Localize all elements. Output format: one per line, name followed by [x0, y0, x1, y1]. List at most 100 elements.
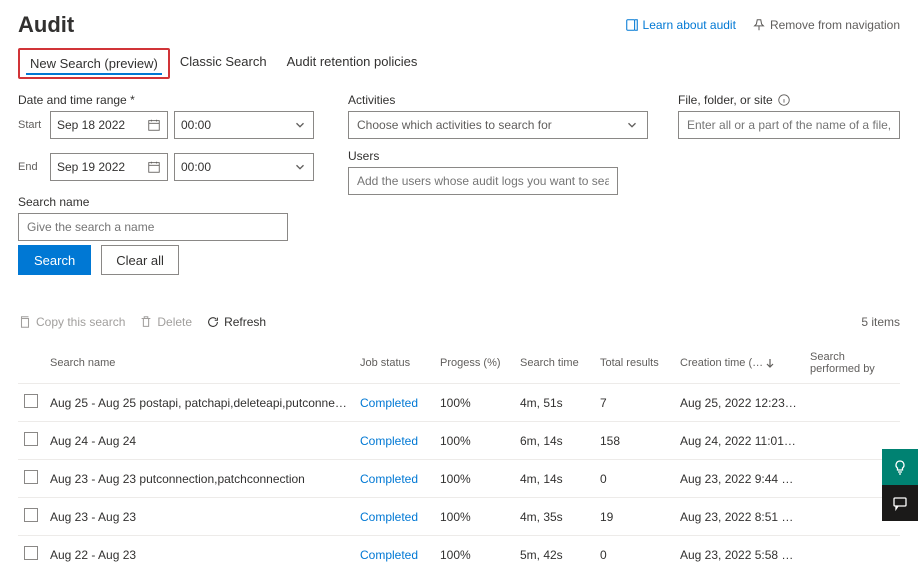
items-count: 5 items: [861, 315, 900, 329]
row-created: Aug 25, 2022 12:23…: [674, 384, 804, 422]
row-total: 7: [594, 384, 674, 422]
row-status[interactable]: Completed: [354, 498, 434, 536]
delete-button[interactable]: Delete: [139, 315, 192, 329]
row-progress: 100%: [434, 536, 514, 574]
row-checkbox[interactable]: [24, 508, 38, 522]
col-time[interactable]: Search time: [514, 343, 594, 384]
row-performed: [804, 536, 900, 574]
activities-label: Activities: [348, 93, 648, 107]
row-time: 4m, 35s: [514, 498, 594, 536]
table-row[interactable]: Aug 23 - Aug 23 putconnection,patchconne…: [18, 460, 900, 498]
row-status[interactable]: Completed: [354, 536, 434, 574]
file-label-text: File, folder, or site: [678, 93, 773, 107]
floating-actions: [882, 449, 918, 521]
row-total: 158: [594, 422, 674, 460]
learn-link-label: Learn about audit: [643, 18, 736, 32]
remove-link-label: Remove from navigation: [770, 18, 900, 32]
row-time: 5m, 42s: [514, 536, 594, 574]
trash-icon: [139, 315, 153, 329]
row-total: 0: [594, 536, 674, 574]
col-status[interactable]: Job status: [354, 343, 434, 384]
end-date-value: Sep 19 2022: [57, 160, 125, 174]
row-progress: 100%: [434, 422, 514, 460]
col-performed[interactable]: Search performed by: [804, 343, 900, 384]
row-checkbox[interactable]: [24, 470, 38, 484]
row-name: Aug 23 - Aug 23: [44, 498, 354, 536]
file-label: File, folder, or site: [678, 93, 900, 107]
activities-select[interactable]: Choose which activities to search for: [348, 111, 648, 139]
col-progress[interactable]: Progess (%): [434, 343, 514, 384]
tab-retention-policies[interactable]: Audit retention policies: [277, 48, 428, 79]
end-time-input[interactable]: 00:00: [174, 153, 314, 181]
col-name[interactable]: Search name: [44, 343, 354, 384]
table-row[interactable]: Aug 24 - Aug 24Completed100%6m, 14s158Au…: [18, 422, 900, 460]
users-label: Users: [348, 149, 648, 163]
chevron-down-icon: [293, 160, 307, 174]
row-name: Aug 23 - Aug 23 putconnection,patchconne…: [44, 460, 354, 498]
row-progress: 100%: [434, 460, 514, 498]
start-label: Start: [18, 119, 44, 131]
end-time-value: 00:00: [181, 160, 211, 174]
results-table: Search name Job status Progess (%) Searc…: [18, 343, 900, 573]
row-progress: 100%: [434, 498, 514, 536]
search-name-label: Search name: [18, 195, 318, 209]
col-total[interactable]: Total results: [594, 343, 674, 384]
info-icon[interactable]: [777, 93, 791, 107]
end-date-input[interactable]: Sep 19 2022: [50, 153, 168, 181]
table-row[interactable]: Aug 22 - Aug 23Completed100%5m, 42s0Aug …: [18, 536, 900, 574]
tab-new-search[interactable]: New Search (preview): [18, 48, 170, 79]
lightbulb-icon: [892, 459, 908, 475]
row-created: Aug 23, 2022 5:58 …: [674, 536, 804, 574]
col-created[interactable]: Creation time (…: [674, 343, 804, 384]
refresh-button[interactable]: Refresh: [206, 315, 266, 329]
users-input[interactable]: [348, 167, 618, 195]
row-status[interactable]: Completed: [354, 460, 434, 498]
learn-about-audit-link[interactable]: Learn about audit: [625, 18, 736, 32]
table-row[interactable]: Aug 25 - Aug 25 postapi, patchapi,delete…: [18, 384, 900, 422]
calendar-icon: [147, 160, 161, 174]
header-actions: Learn about audit Remove from navigation: [625, 18, 900, 32]
row-time: 6m, 14s: [514, 422, 594, 460]
chat-icon: [892, 495, 908, 511]
row-time: 4m, 14s: [514, 460, 594, 498]
row-created: Aug 24, 2022 11:01…: [674, 422, 804, 460]
row-status[interactable]: Completed: [354, 422, 434, 460]
page-title: Audit: [18, 12, 74, 38]
tab-classic-search[interactable]: Classic Search: [170, 48, 277, 79]
row-status[interactable]: Completed: [354, 384, 434, 422]
row-checkbox[interactable]: [24, 394, 38, 408]
start-date-input[interactable]: Sep 18 2022: [50, 111, 168, 139]
copy-icon: [18, 315, 32, 329]
row-name: Aug 25 - Aug 25 postapi, patchapi,delete…: [44, 384, 354, 422]
date-range-label: Date and time range: [18, 93, 318, 107]
chat-button[interactable]: [882, 485, 918, 521]
row-total: 0: [594, 460, 674, 498]
table-row[interactable]: Aug 23 - Aug 23Completed100%4m, 35s19Aug…: [18, 498, 900, 536]
chevron-down-icon: [625, 118, 639, 132]
activities-placeholder: Choose which activities to search for: [357, 118, 552, 132]
row-checkbox[interactable]: [24, 432, 38, 446]
search-name-input[interactable]: [18, 213, 288, 241]
row-name: Aug 22 - Aug 23: [44, 536, 354, 574]
file-input[interactable]: [678, 111, 900, 139]
delete-label: Delete: [157, 315, 192, 329]
start-time-input[interactable]: 00:00: [174, 111, 314, 139]
pin-off-icon: [752, 18, 766, 32]
start-time-value: 00:00: [181, 118, 211, 132]
refresh-label: Refresh: [224, 315, 266, 329]
search-button[interactable]: Search: [18, 245, 91, 275]
row-checkbox[interactable]: [24, 546, 38, 560]
row-time: 4m, 51s: [514, 384, 594, 422]
chevron-down-icon: [293, 118, 307, 132]
clear-all-button[interactable]: Clear all: [101, 245, 179, 275]
tabs: New Search (preview) Classic Search Audi…: [18, 48, 900, 79]
end-label: End: [18, 161, 44, 173]
col-created-label: Creation time (…: [680, 357, 763, 369]
feedback-button[interactable]: [882, 449, 918, 485]
sort-down-icon: [765, 358, 775, 368]
row-progress: 100%: [434, 384, 514, 422]
remove-from-nav-link[interactable]: Remove from navigation: [752, 18, 900, 32]
copy-search-button[interactable]: Copy this search: [18, 315, 125, 329]
refresh-icon: [206, 315, 220, 329]
copy-label: Copy this search: [36, 315, 125, 329]
